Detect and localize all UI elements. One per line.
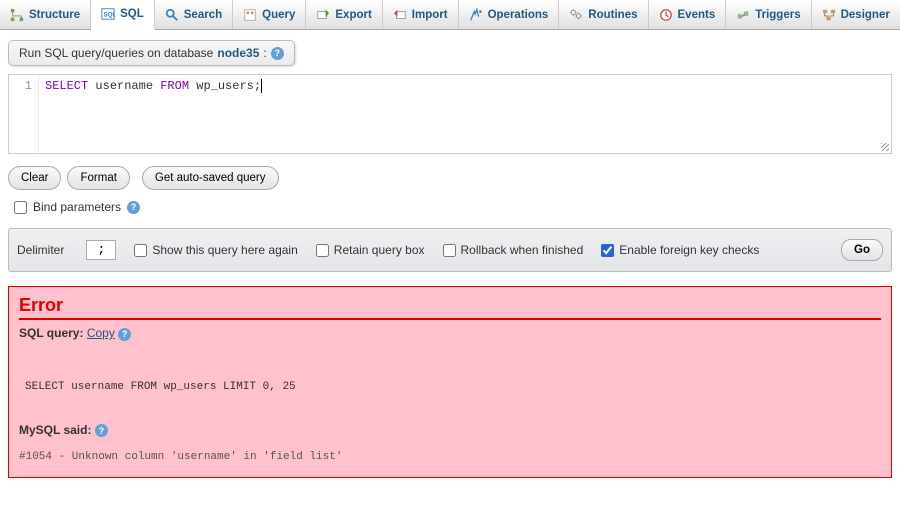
help-icon[interactable]: ? [95, 424, 108, 437]
query-title-bar: Run SQL query/queries on database node35… [8, 40, 892, 66]
export-icon [316, 8, 330, 22]
tab-label: SQL [120, 8, 144, 20]
tab-export[interactable]: Export [306, 0, 382, 29]
editor-button-row: Clear Format Get auto-saved query [0, 154, 900, 196]
tab-label: Structure [29, 9, 80, 21]
help-icon[interactable]: ? [127, 201, 140, 214]
foreign-key-checkbox[interactable] [601, 244, 614, 257]
tab-events[interactable]: Events [649, 0, 727, 29]
tab-label: Designer [841, 9, 890, 21]
go-button[interactable]: Go [841, 239, 883, 261]
tab-sql[interactable]: SQL SQL [91, 0, 155, 30]
clear-button[interactable]: Clear [8, 166, 61, 190]
tab-designer[interactable]: Designer [812, 0, 900, 29]
delimiter-input[interactable] [86, 240, 116, 260]
query-options-bar: Delimiter Show this query here again Ret… [8, 228, 892, 272]
query-icon [243, 8, 257, 22]
format-button[interactable]: Format [67, 166, 129, 190]
keyword: FROM [160, 79, 189, 93]
keyword: SELECT [45, 79, 88, 93]
sql-editor-container: 1 SELECT username FROM wp_users; [8, 74, 892, 154]
nav-tabs: Structure SQL SQL Search Query Export Im… [0, 0, 900, 30]
title-suffix: : [263, 46, 266, 60]
error-panel: Error SQL query: Copy ? SELECT username … [8, 286, 892, 478]
database-name: node35 [217, 46, 259, 60]
retain-option[interactable]: Retain query box [316, 243, 425, 257]
mysql-said-line: MySQL said: ? [19, 423, 881, 438]
designer-icon [822, 8, 836, 22]
code-text: wp_users; [189, 79, 261, 93]
tab-label: Triggers [755, 9, 800, 21]
tab-label: Import [412, 9, 448, 21]
code-area[interactable]: SELECT username FROM wp_users; [39, 75, 891, 153]
cursor [261, 79, 262, 93]
mysql-said-label: MySQL said: [19, 423, 91, 437]
tab-import[interactable]: Import [383, 0, 459, 29]
tab-label: Events [678, 9, 716, 21]
rollback-label: Rollback when finished [461, 243, 584, 257]
title-prefix: Run SQL query/queries on database [19, 46, 213, 60]
help-icon[interactable]: ? [118, 328, 131, 341]
line-number: 1 [9, 75, 39, 153]
sql-icon: SQL [101, 7, 115, 21]
code-text: username [88, 79, 160, 93]
retain-checkbox[interactable] [316, 244, 329, 257]
show-again-checkbox[interactable] [134, 244, 147, 257]
svg-text:SQL: SQL [104, 12, 115, 19]
error-message: #1054 - Unknown column 'username' in 'fi… [19, 451, 881, 463]
fk-option[interactable]: Enable foreign key checks [601, 243, 759, 257]
error-sql-query-line: SQL query: Copy ? [19, 326, 881, 341]
bind-parameters-row: Bind parameters ? [0, 196, 900, 228]
tab-label: Operations [488, 9, 549, 21]
bind-parameters-label: Bind parameters [33, 200, 121, 214]
tab-label: Search [184, 9, 222, 21]
events-icon [659, 8, 673, 22]
delimiter-label: Delimiter [17, 243, 64, 257]
get-autosaved-button[interactable]: Get auto-saved query [142, 166, 279, 190]
tab-search[interactable]: Search [155, 0, 233, 29]
triggers-icon [736, 8, 750, 22]
rollback-option[interactable]: Rollback when finished [443, 243, 584, 257]
structure-icon [10, 8, 24, 22]
sql-editor[interactable]: 1 SELECT username FROM wp_users; [9, 75, 891, 153]
routines-icon [569, 8, 583, 22]
search-icon [165, 8, 179, 22]
import-icon [393, 8, 407, 22]
tab-operations[interactable]: Operations [459, 0, 560, 29]
help-icon[interactable]: ? [271, 47, 284, 60]
foreign-key-label: Enable foreign key checks [619, 243, 759, 257]
tab-label: Export [335, 9, 371, 21]
sql-query-label: SQL query: [19, 326, 83, 340]
operations-icon [469, 8, 483, 22]
show-again-label: Show this query here again [152, 243, 297, 257]
error-title: Error [19, 295, 881, 320]
copy-link[interactable]: Copy [87, 326, 115, 340]
tab-structure[interactable]: Structure [0, 0, 91, 29]
tab-triggers[interactable]: Triggers [726, 0, 811, 29]
tab-label: Routines [588, 9, 637, 21]
rollback-checkbox[interactable] [443, 244, 456, 257]
bind-parameters-checkbox[interactable] [14, 201, 27, 214]
executed-sql: SELECT username FROM wp_users LIMIT 0, 2… [25, 381, 875, 393]
show-again-option[interactable]: Show this query here again [134, 243, 297, 257]
tab-routines[interactable]: Routines [559, 0, 648, 29]
retain-label: Retain query box [334, 243, 425, 257]
tab-query[interactable]: Query [233, 0, 306, 29]
tab-label: Query [262, 9, 295, 21]
